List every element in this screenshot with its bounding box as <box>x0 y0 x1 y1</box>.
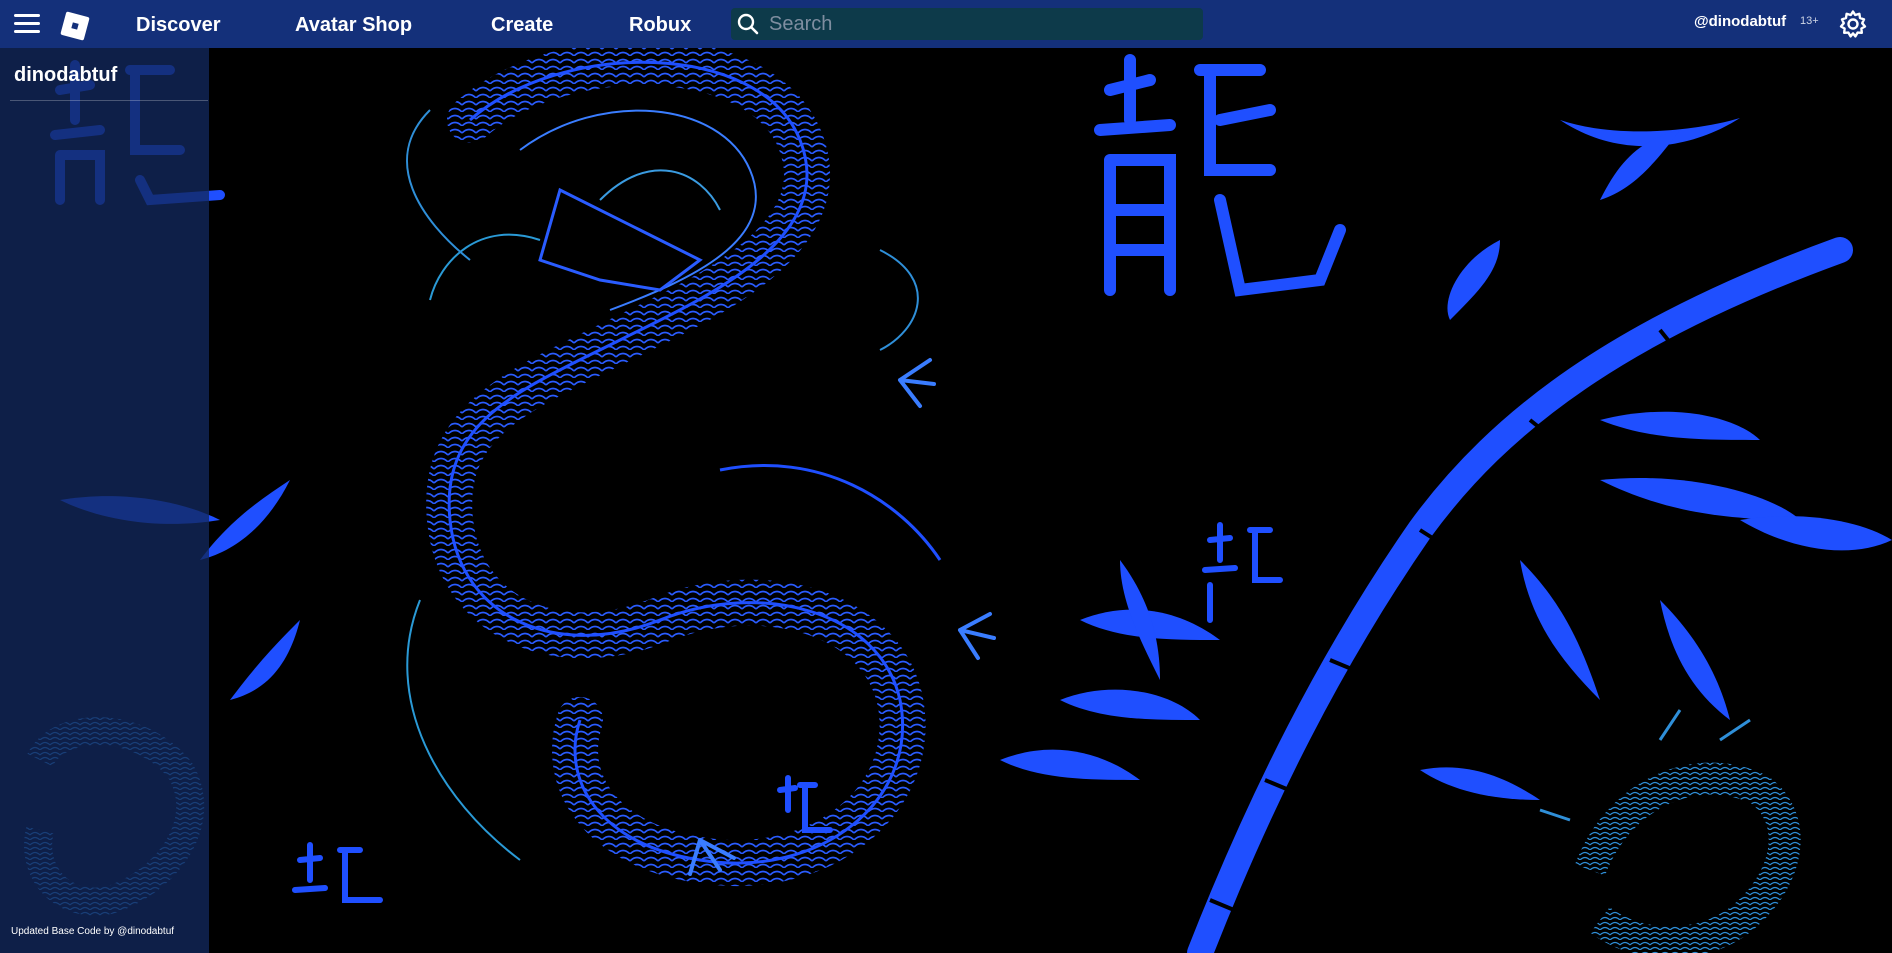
username-link[interactable]: @dinodabtuf <box>1694 0 1786 48</box>
sidebar-divider <box>10 100 208 101</box>
nav-robux[interactable]: Robux <box>629 0 691 48</box>
search-icon[interactable] <box>731 8 765 40</box>
search-bar <box>731 8 1203 40</box>
nav-create[interactable]: Create <box>491 0 553 48</box>
search-input[interactable] <box>765 8 1203 40</box>
dragon-body <box>406 39 996 887</box>
calligraphy-marks <box>50 54 1346 903</box>
top-navigation-bar: Discover Avatar Shop Create Robux @dinod… <box>0 0 1892 48</box>
roblox-logo[interactable] <box>58 9 92 43</box>
background-artwork <box>0 0 1892 953</box>
sidebar-username[interactable]: dinodabtuf <box>14 64 117 87</box>
hamburger-menu-icon[interactable] <box>14 14 40 34</box>
age-badge: 13+ <box>1800 15 1819 27</box>
nav-discover[interactable]: Discover <box>136 0 221 48</box>
nav-avatar-shop[interactable]: Avatar Shop <box>295 0 412 48</box>
small-dragon-right <box>1539 709 1801 953</box>
dragon-bamboo-art <box>24 39 1892 953</box>
sidebar-footer-credit: Updated Base Code by @dinodabtuf <box>11 926 175 937</box>
left-sidebar: dinodabtuf Updated Base Code by @dinodab… <box>0 48 209 953</box>
gear-icon[interactable] <box>1838 9 1868 39</box>
